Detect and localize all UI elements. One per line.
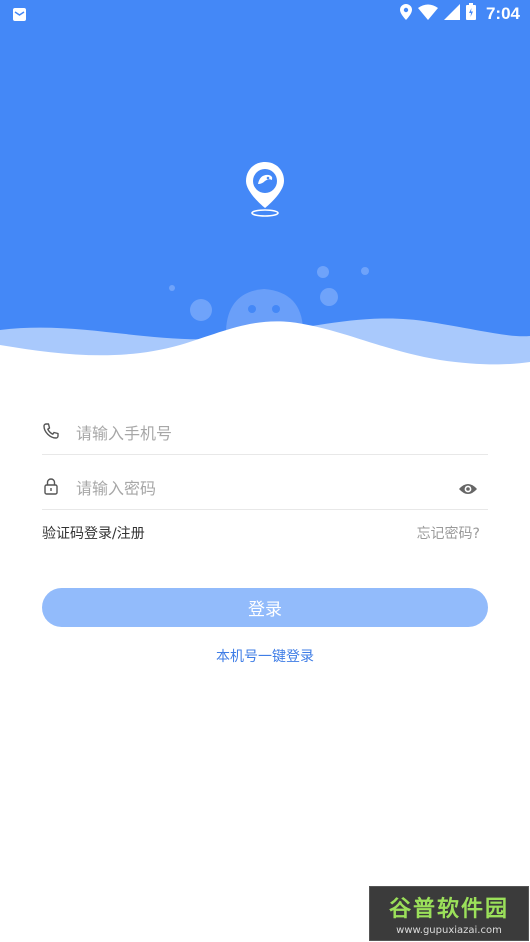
login-button[interactable]: 登录 [42,588,488,627]
show-password-eye-icon[interactable] [458,481,478,495]
bubble [361,267,369,275]
forgot-password-link[interactable]: 忘记密码? [417,523,480,543]
one-key-login-link[interactable]: 本机号一键登录 [0,646,530,666]
sms-login-link[interactable]: 验证码登录/注册 [42,523,145,543]
phone-input[interactable] [76,414,436,452]
status-icons: 7:04 [399,3,520,24]
bubble [320,288,338,306]
phone-icon [42,422,60,440]
bubble [317,266,329,278]
lock-icon [42,477,60,495]
watermark-logo: 谷普软件园 www.gupuxiazai.com [369,886,529,941]
location-icon [399,3,412,24]
watermark-title: 谷普软件园 [388,897,509,922]
password-field [42,469,488,510]
phone-field [42,414,488,455]
signal-icon [443,3,460,24]
status-bar: 7:04 [0,0,530,28]
app-logo-icon [243,160,287,220]
wifi-icon [417,4,438,24]
mail-icon [13,6,26,25]
battery-icon [465,3,476,24]
password-input[interactable] [76,469,436,507]
header-banner: 7:04 [0,0,530,372]
bubble [190,299,212,321]
status-time: 7:04 [485,3,520,23]
bubble [169,285,175,291]
watermark-url: www.gupuxiazai.com [396,925,502,936]
